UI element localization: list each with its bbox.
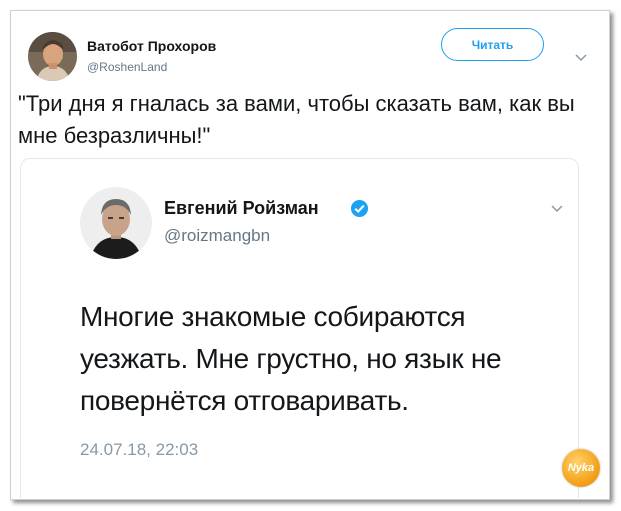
author-handle[interactable]: @RoshenLand — [87, 60, 167, 74]
follow-button[interactable]: Читать — [441, 28, 544, 61]
quoted-chevron-down-icon[interactable] — [549, 203, 565, 215]
quoted-author-avatar[interactable] — [80, 187, 152, 259]
watermark-logo: Nyka — [562, 449, 600, 487]
chevron-down-icon[interactable] — [573, 52, 589, 64]
verified-badge-icon — [350, 199, 369, 218]
quoted-tweet-timestamp[interactable]: 24.07.18, 22:03 — [80, 440, 198, 460]
tweet-text: "Три дня я гналась за вами, чтобы сказат… — [18, 91, 575, 148]
quoted-author-handle[interactable]: @roizmangbn — [164, 226, 270, 246]
watermark-text: Nyka — [567, 462, 595, 474]
author-name[interactable]: Ватобот Прохоров — [87, 38, 216, 54]
author-avatar[interactable] — [28, 32, 77, 81]
quoted-tweet-text: Многие знакомые собираются уезжать. Мне … — [80, 301, 502, 416]
quoted-author-name[interactable]: Евгений Ройзман — [164, 198, 319, 219]
